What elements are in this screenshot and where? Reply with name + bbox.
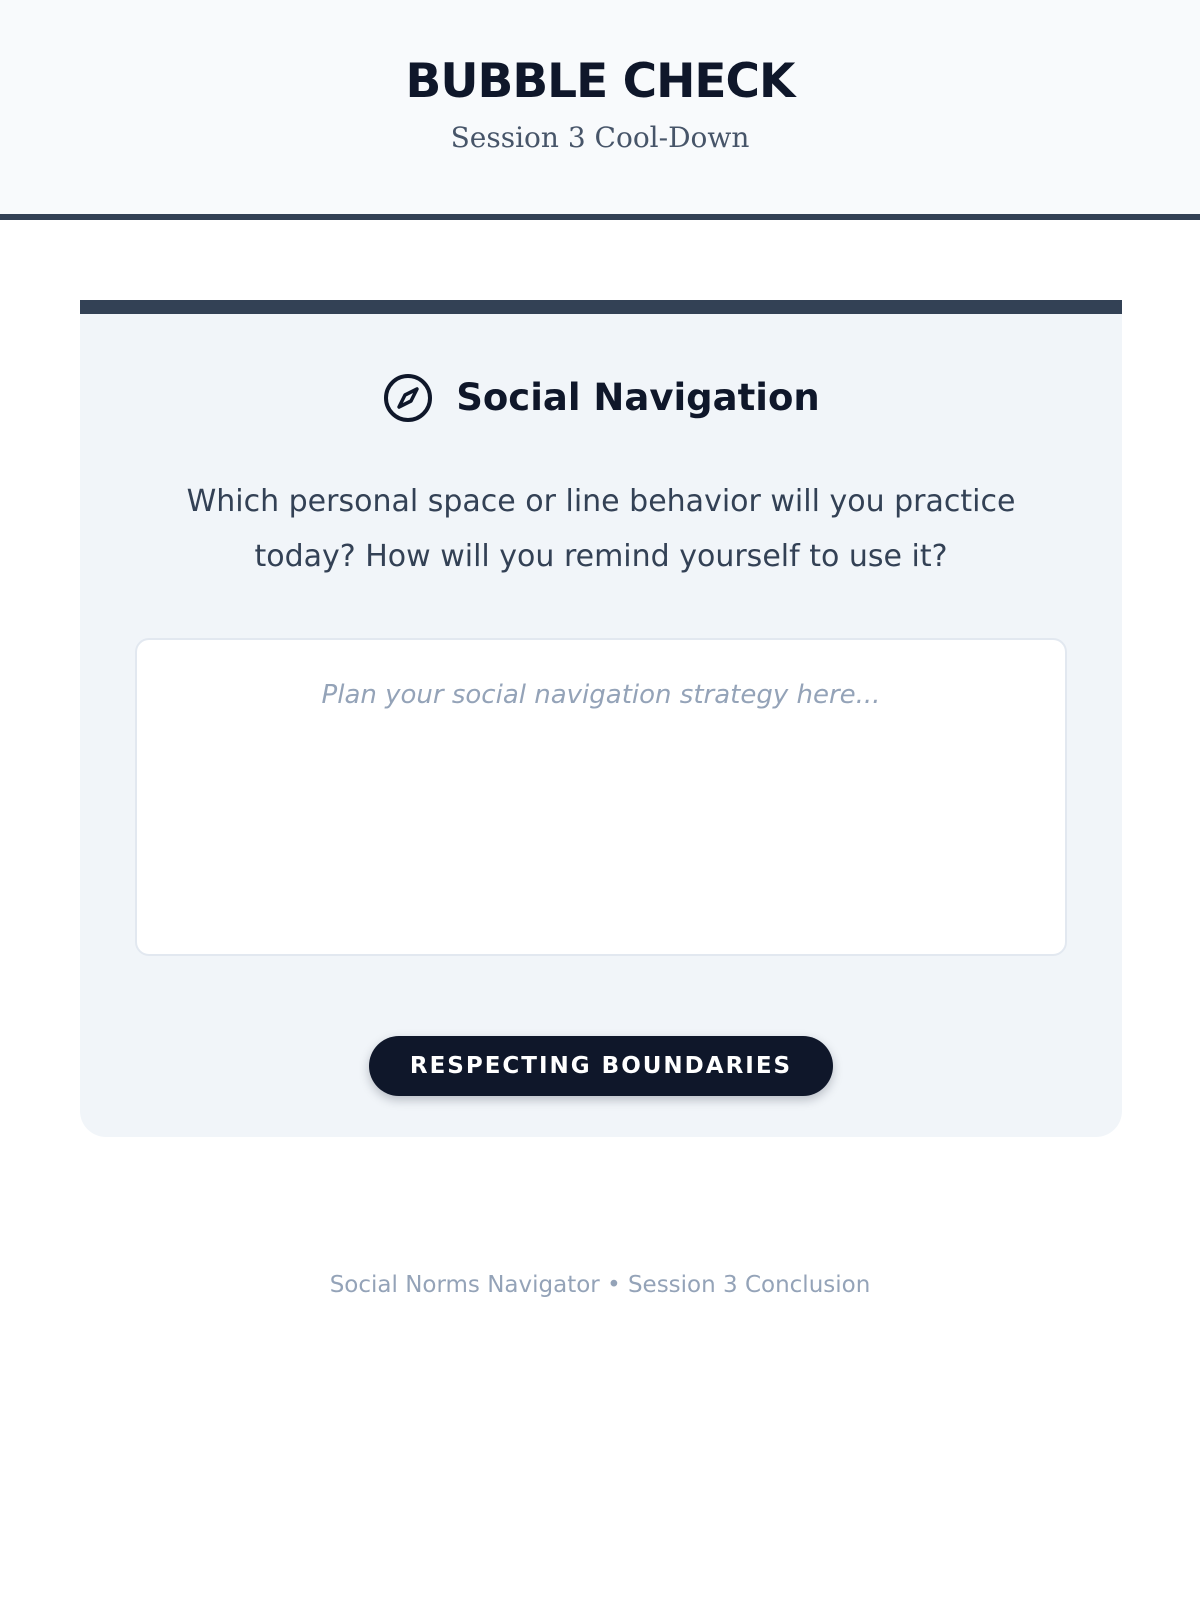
page-header: BUBBLE CHECK Session 3 Cool-Down: [0, 0, 1200, 220]
footer-caption: Social Norms Navigator • Session 3 Concl…: [329, 1272, 871, 1298]
app-subtitle: Session 3 Cool-Down: [450, 121, 750, 154]
app-title: BUBBLE CHECK: [405, 54, 796, 109]
compass-icon: [384, 374, 433, 422]
respecting-boundaries-button[interactable]: RESPECTING BOUNDARIES: [369, 1036, 833, 1096]
card-heading: Social Navigation: [80, 368, 1122, 428]
strategy-answer-input[interactable]: [135, 638, 1067, 956]
reflection-card: Social Navigation Which personal space o…: [80, 300, 1122, 1137]
card-title: Social Navigation: [456, 376, 820, 419]
question-prompt: Which personal space or line behavior wi…: [186, 484, 1016, 574]
